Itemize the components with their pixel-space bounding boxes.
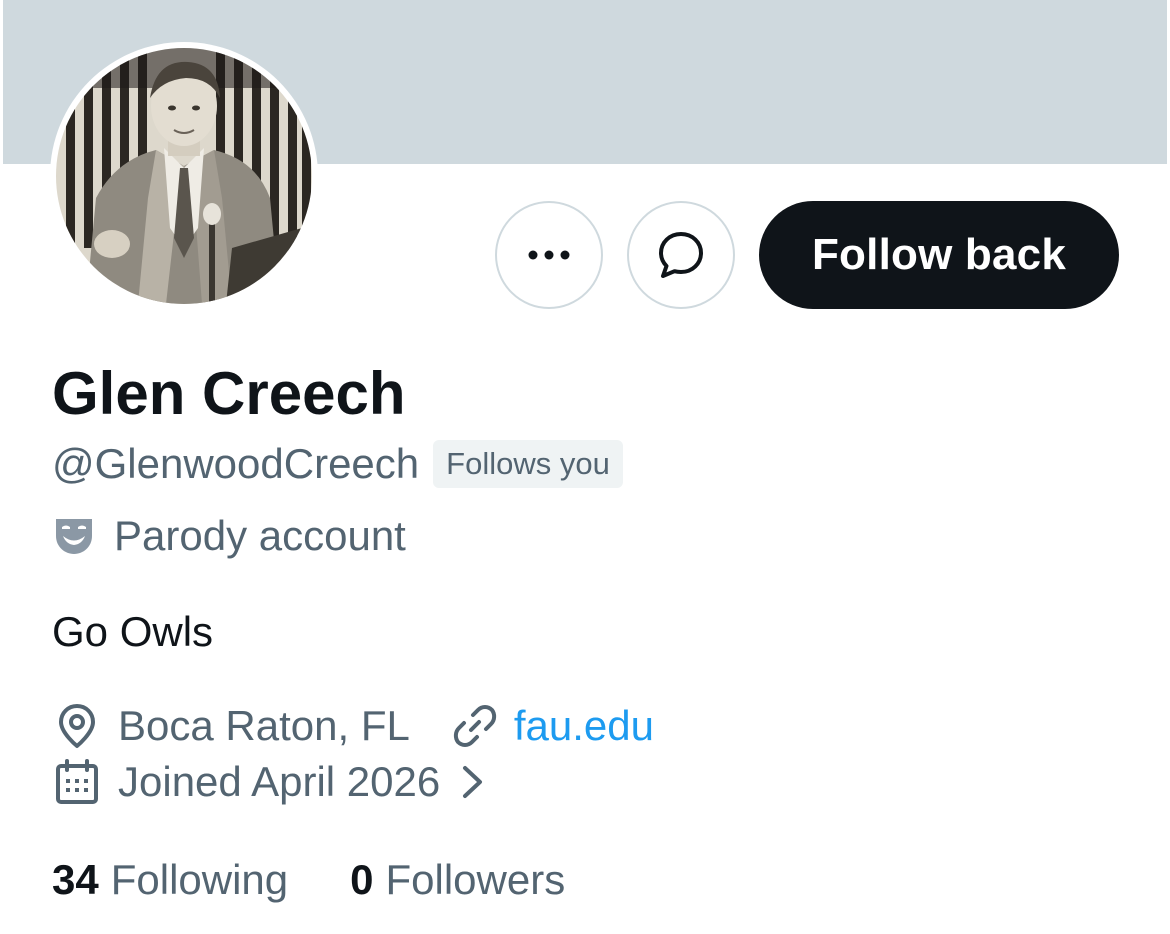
website-link[interactable]: fau.edu (514, 702, 654, 750)
account-label-row[interactable]: Parody account (52, 508, 406, 564)
joined-row[interactable]: Joined April 2026 (52, 754, 490, 810)
chat-bubble-icon (659, 232, 703, 278)
theater-mask-icon (56, 519, 92, 554)
profile-page: Follow back Glen Creech @GlenwoodCreech … (0, 0, 1170, 934)
avatar-photo (56, 48, 312, 304)
follows-you-badge: Follows you (433, 440, 623, 488)
following-count: 34 (52, 856, 99, 903)
following-stat[interactable]: 34 Following (52, 856, 288, 904)
handle: @GlenwoodCreech (52, 440, 420, 487)
calendar-icon (56, 759, 98, 804)
followers-label: Followers (385, 856, 566, 903)
followers-count: 0 (350, 856, 374, 903)
chevron-right-icon[interactable] (456, 762, 490, 802)
followers-stat[interactable]: 0 Followers (350, 856, 565, 904)
ellipsis-icon (528, 250, 570, 260)
display-name: Glen Creech (52, 360, 406, 427)
follow-stats: 34 Following 0 Followers (52, 852, 565, 908)
follow-back-button[interactable]: Follow back (759, 201, 1119, 309)
bio: Go Owls (52, 608, 214, 655)
message-button[interactable] (627, 201, 735, 309)
more-options-button[interactable] (495, 201, 603, 309)
avatar[interactable] (50, 42, 318, 310)
meta-row-location-website: Boca Raton, FL fau.edu (52, 698, 654, 754)
location-text: Boca Raton, FL (118, 702, 410, 749)
link-icon (453, 705, 496, 747)
map-pin-icon (59, 704, 95, 748)
handle-row: @GlenwoodCreech Follows you (52, 438, 623, 490)
following-label: Following (110, 856, 289, 903)
account-label-text: Parody account (114, 512, 406, 559)
joined-text: Joined April 2026 (118, 758, 441, 805)
